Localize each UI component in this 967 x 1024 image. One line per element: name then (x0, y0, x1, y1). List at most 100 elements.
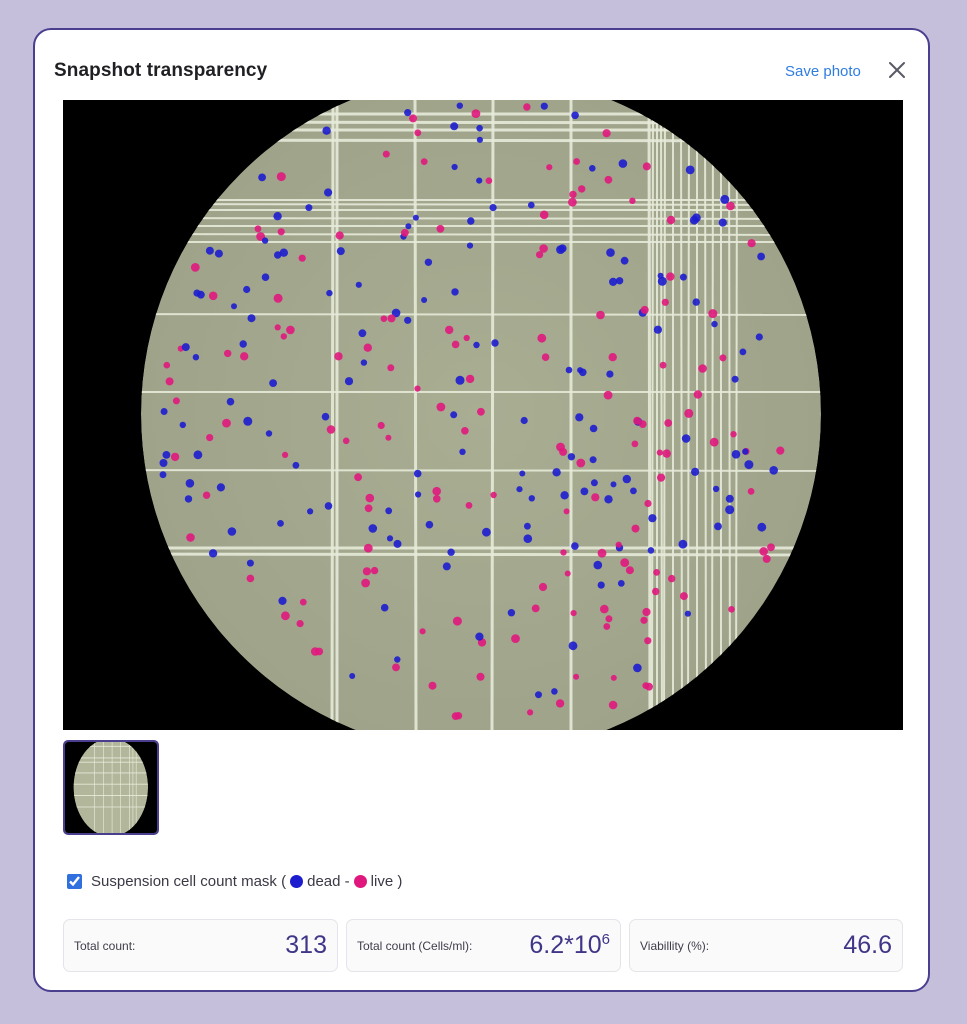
cell-marker (277, 520, 284, 527)
cell-marker (490, 491, 497, 499)
cell-marker (725, 505, 735, 515)
cell-marker (578, 185, 586, 193)
cell-marker (247, 314, 256, 323)
cell-marker (286, 325, 295, 335)
cell-marker (334, 352, 343, 361)
cell-marker (567, 453, 576, 461)
cell-marker (299, 598, 307, 606)
cell-marker (615, 541, 622, 548)
cell-marker (274, 324, 281, 331)
cell-marker (539, 210, 549, 220)
cell-marker (644, 637, 652, 645)
cell-marker (546, 164, 553, 171)
cell-marker (315, 647, 324, 656)
cell-marker (305, 204, 313, 212)
cell-marker (404, 316, 412, 324)
cells-ml-label: Total count (Cells/ml): (357, 939, 473, 953)
cell-marker (681, 434, 691, 443)
cell-marker (415, 491, 422, 498)
cell-marker (589, 456, 597, 464)
cell-marker (606, 370, 614, 378)
cell-marker (684, 610, 692, 617)
cell-marker (776, 446, 785, 455)
cell-marker (719, 354, 727, 362)
cells-ml-card: Total count (Cells/ml): 6.2*106 (346, 919, 621, 972)
cell-marker (527, 709, 534, 716)
cell-marker (476, 177, 483, 184)
live-dot-icon (353, 875, 367, 888)
cell-marker (206, 434, 214, 442)
cell-marker (666, 272, 675, 281)
cell-marker (393, 539, 402, 548)
cell-marker (172, 397, 180, 405)
cell-marker (475, 632, 484, 641)
cell-marker (516, 486, 523, 493)
cell-marker (642, 162, 651, 171)
cell-marker (326, 289, 333, 297)
cell-marker (394, 656, 401, 663)
live-label: live ) (370, 873, 403, 890)
total-count-value: 313 (285, 931, 327, 959)
cell-marker (298, 254, 306, 262)
cell-marker (278, 596, 287, 605)
mask-checkbox[interactable] (67, 874, 82, 889)
cell-marker (714, 522, 722, 531)
cell-marker (679, 592, 688, 601)
cell-marker (365, 493, 375, 503)
cell-marker (358, 329, 367, 338)
cell-marker (409, 114, 418, 123)
cell-marker (580, 487, 589, 496)
cell-marker (392, 663, 400, 672)
cell-marker (656, 449, 663, 456)
cell-marker (214, 249, 223, 258)
cell-marker (476, 136, 483, 143)
cell-marker (642, 682, 650, 689)
cell-marker (668, 574, 676, 583)
cell-marker (273, 293, 283, 303)
cell-marker (190, 263, 200, 272)
cell-marker (577, 367, 584, 374)
cell-marker (647, 547, 655, 554)
cell-marker (258, 173, 266, 182)
cell-marker (609, 277, 618, 286)
cell-marker (712, 485, 720, 493)
total-count-label: Total count: (74, 939, 136, 953)
cell-marker (573, 673, 580, 680)
save-photo-link[interactable]: Save photo (785, 63, 861, 80)
cell-marker (708, 309, 718, 319)
cell-marker (742, 448, 749, 455)
cell-marker (568, 197, 577, 207)
cell-marker (725, 494, 734, 503)
cell-marker (386, 535, 394, 542)
cell-marker (162, 451, 171, 459)
cell-marker (728, 606, 735, 613)
cell-marker (603, 390, 613, 400)
cell-marker (523, 103, 531, 111)
cell-marker (662, 449, 671, 458)
cell-marker (354, 473, 362, 482)
cell-marker (531, 604, 540, 613)
cell-marker (414, 129, 422, 137)
cell-marker (450, 122, 459, 131)
cell-marker (571, 542, 579, 550)
cell-marker (413, 469, 422, 478)
cell-marker (451, 712, 460, 720)
cell-marker (608, 700, 618, 710)
cell-marker (692, 298, 700, 306)
cell-marker (205, 246, 214, 255)
cell-marker (678, 539, 688, 549)
cell-marker (657, 473, 666, 482)
close-icon[interactable] (887, 60, 907, 80)
cell-marker (456, 102, 463, 109)
cell-marker (604, 175, 613, 184)
cell-marker (227, 527, 237, 536)
cell-marker (292, 461, 300, 469)
cell-marker (648, 514, 657, 523)
photo-thumbnail[interactable] (63, 740, 159, 835)
cell-marker (336, 247, 345, 256)
cell-marker (491, 339, 499, 347)
cell-marker (511, 634, 520, 643)
cell-marker (730, 431, 737, 438)
cell-marker (466, 242, 474, 249)
cell-marker (269, 379, 277, 387)
